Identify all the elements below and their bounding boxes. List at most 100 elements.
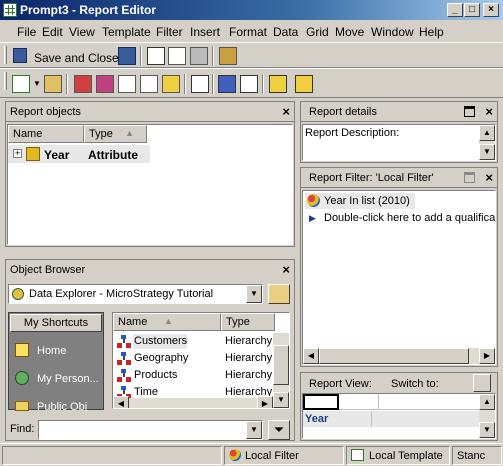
scroll-down-button[interactable]: ▼ — [479, 144, 495, 160]
scroll-up-button[interactable]: ▲ — [479, 125, 495, 141]
status-local-filter[interactable]: Local Filter — [224, 446, 344, 465]
shortcut-arrow-icon[interactable] — [240, 75, 258, 93]
hierarchy-icon — [117, 369, 131, 382]
report-grid-preview[interactable]: Year ▲ ▼ — [302, 393, 496, 439]
grid-corner-cell[interactable] — [303, 394, 339, 410]
object-list: Name ▲ Type Customers Hierarchy Geograph… — [112, 312, 290, 409]
object-type: Hierarchy — [225, 335, 273, 347]
menu-format[interactable]: Format — [229, 25, 267, 39]
horizontal-scrollbar[interactable]: ◀ ▶ — [113, 396, 273, 408]
column-header-type[interactable]: Type — [221, 313, 275, 331]
chevron-down-icon[interactable]: ▼ — [246, 285, 262, 303]
scroll-right-button[interactable]: ▶ — [479, 348, 495, 364]
menu-grid[interactable]: Grid — [306, 25, 329, 39]
horizontal-scrollbar[interactable]: ◀ ▶ — [303, 348, 495, 364]
menu-insert[interactable]: Insert — [190, 25, 220, 39]
list-item[interactable]: Customers Hierarchy — [113, 333, 275, 350]
find-input[interactable]: ▼ — [38, 420, 263, 440]
shortcut-my-personal[interactable]: My Person... — [15, 371, 103, 387]
scroll-up-button[interactable]: ▲ — [479, 394, 495, 410]
scroll-left-button[interactable]: ◀ — [303, 348, 319, 364]
scrollbar-thumb[interactable] — [319, 348, 469, 364]
arrow-right-icon: ▶ — [309, 213, 316, 223]
chevron-down-icon[interactable]: ▼ — [33, 79, 41, 88]
scroll-left-button[interactable]: ◀ — [113, 396, 129, 408]
menu-window[interactable]: Window — [371, 25, 414, 39]
project-dropdown[interactable]: Data Explorer - MicroStrategy Tutorial ▼ — [8, 284, 263, 304]
open-book-icon[interactable] — [147, 47, 165, 65]
menu-template[interactable]: Template — [102, 25, 151, 39]
report-objects-header: Report objects × — [6, 102, 294, 122]
chevron-down-icon[interactable]: ▼ — [246, 421, 262, 439]
search-icon[interactable] — [218, 75, 236, 93]
menu-view[interactable]: View — [69, 25, 95, 39]
menu-filter[interactable]: Filter — [156, 25, 183, 39]
toolbar-grip[interactable] — [4, 72, 7, 90]
expand-icon[interactable]: + — [13, 149, 22, 158]
close-icon[interactable]: × — [282, 104, 290, 119]
print-icon[interactable] — [190, 47, 208, 65]
filter-qualification[interactable]: Year In list (2010) — [305, 193, 415, 209]
my-shortcuts-button[interactable]: My Shortcuts — [10, 314, 102, 332]
menu-edit[interactable]: Edit — [42, 25, 63, 39]
scroll-right-button[interactable]: ▶ — [257, 396, 273, 408]
minimize-button[interactable]: _ — [447, 3, 463, 17]
column-header-name[interactable]: Name — [8, 125, 84, 143]
add-qualification-hint[interactable]: Double-click here to add a qualificat — [324, 212, 495, 224]
scroll-down-button[interactable]: ▼ — [273, 392, 289, 408]
properties-icon[interactable] — [219, 47, 237, 65]
list-item[interactable]: Products Hierarchy — [113, 367, 275, 384]
note-icon[interactable] — [162, 75, 180, 93]
shortcut-public-objects[interactable]: Public Obj — [15, 399, 103, 411]
grid-row: Year — [303, 411, 479, 427]
menu-data[interactable]: Data — [273, 25, 298, 39]
menu-move[interactable]: Move — [335, 25, 364, 39]
print-preview-icon[interactable] — [168, 47, 186, 65]
toolbar-separator — [212, 46, 214, 66]
toolbar-grip[interactable] — [4, 46, 7, 64]
column-header-type[interactable]: Type ▲ — [84, 125, 147, 143]
sql-view-icon[interactable] — [295, 75, 313, 93]
vertical-scrollbar[interactable]: ▲ ▼ — [479, 394, 495, 438]
filter-definition-area[interactable]: Year In list (2010) ▶ Double-click here … — [302, 190, 496, 365]
vertical-scrollbar[interactable]: ▲ ▼ — [479, 125, 495, 160]
maximize-pane-icon[interactable] — [464, 106, 475, 117]
data-explorer-icon[interactable] — [74, 75, 92, 93]
grid-row-header[interactable]: Year — [305, 413, 328, 425]
folder-up-icon[interactable] — [268, 284, 290, 304]
chart-icon[interactable] — [44, 75, 62, 93]
project-dropdown-value: Data Explorer - MicroStrategy Tutorial — [29, 288, 214, 300]
report-objects-icon[interactable] — [118, 75, 136, 93]
status-filter-label: Local Filter — [245, 450, 299, 462]
close-icon[interactable]: × — [485, 170, 493, 185]
list-item[interactable]: + Year Attribute — [8, 145, 150, 163]
save-icon-small[interactable] — [118, 47, 136, 65]
run-report-icon[interactable] — [269, 75, 287, 93]
save-and-close-button[interactable]: Save and Close — [34, 51, 119, 65]
switch-view-icon[interactable] — [473, 374, 491, 392]
menu-help[interactable]: Help — [419, 25, 444, 39]
object-browser-icon[interactable] — [191, 75, 209, 93]
close-icon[interactable]: × — [485, 104, 493, 119]
toolbar-separator — [212, 74, 214, 94]
maximize-pane-icon[interactable] — [464, 172, 475, 183]
report-description-box[interactable]: Report Description: ▲ ▼ — [302, 124, 496, 161]
close-icon[interactable]: × — [282, 262, 290, 277]
filter-editor-icon[interactable] — [96, 75, 114, 93]
maximize-button[interactable]: □ — [464, 3, 480, 17]
object-browser-title: Object Browser — [10, 264, 86, 276]
grid-view-icon[interactable] — [12, 75, 30, 93]
close-button[interactable]: × — [483, 3, 499, 17]
status-local-template[interactable]: Local Template — [346, 446, 450, 465]
list-item[interactable]: Geography Hierarchy — [113, 350, 275, 367]
object-name: Time — [134, 386, 159, 398]
vertical-scrollbar[interactable]: ▼ — [273, 333, 289, 408]
object-name: Customers — [134, 335, 188, 347]
report-filter-icon[interactable] — [140, 75, 158, 93]
scrollbar-thumb[interactable] — [273, 345, 289, 385]
scroll-down-button[interactable]: ▼ — [479, 422, 495, 438]
shortcut-home[interactable]: Home — [15, 343, 103, 359]
filter-funnel-icon[interactable]: ⏷ — [268, 420, 290, 440]
menu-file[interactable]: File — [17, 25, 36, 39]
column-header-name[interactable]: Name ▲ — [113, 313, 221, 331]
